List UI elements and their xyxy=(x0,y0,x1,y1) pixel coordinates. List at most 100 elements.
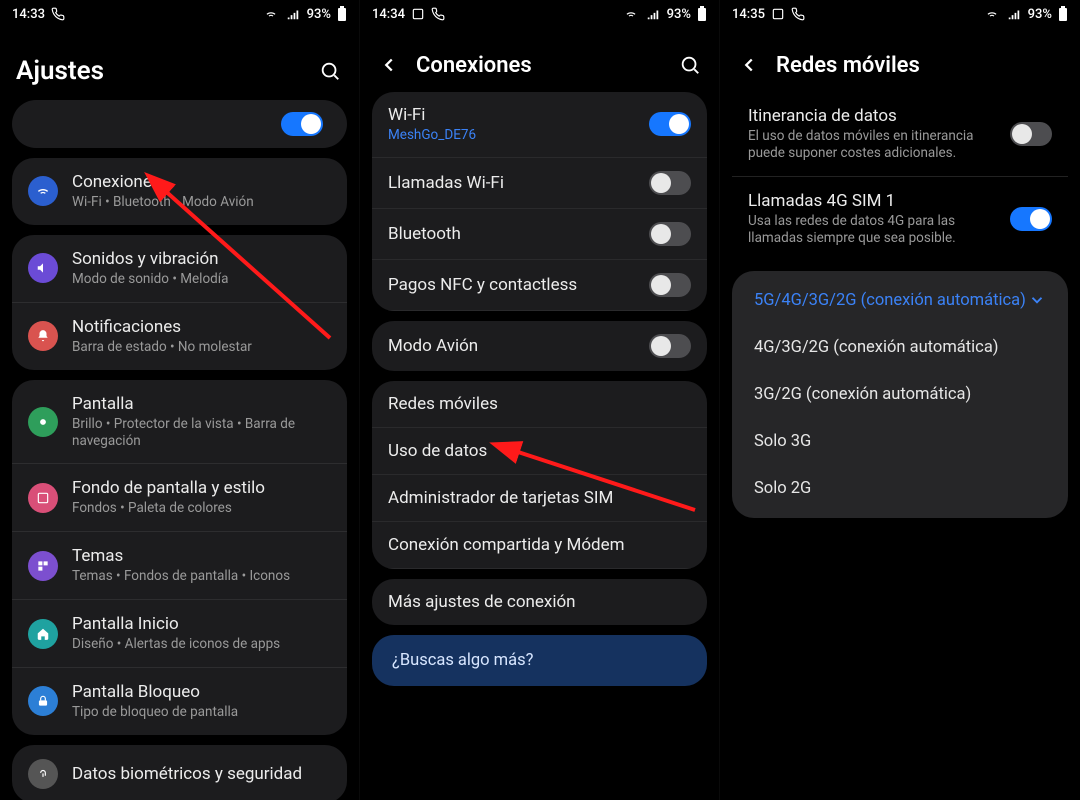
settings-item-sonidos[interactable]: Sonidos y vibración Modo de sonido • Melo… xyxy=(12,235,347,303)
row-mas-ajustes[interactable]: Más ajustes de conexión xyxy=(372,579,707,625)
banner-text: ¿Buscas algo más? xyxy=(392,651,533,670)
settings-item-pantallainicio[interactable]: Pantalla Inicio Diseño • Alertas de icono… xyxy=(12,600,347,668)
item-label: Sonidos y vibración xyxy=(72,249,331,269)
screen-redes-moviles: 14:35 93% Redes móviles Itinerancia de d… xyxy=(720,0,1080,800)
card-connections: Conexiones Wi-Fi • Bluetooth • Modo Avió… xyxy=(12,158,347,225)
item-sub: Brillo • Protector de la vista • Barra d… xyxy=(72,416,331,450)
row-llamadas-wifi[interactable]: Llamadas Wi-Fi xyxy=(372,158,707,209)
item-label: Notificaciones xyxy=(72,317,331,337)
row-bluetooth[interactable]: Bluetooth xyxy=(372,209,707,260)
page-title: Ajustes xyxy=(16,56,303,86)
row-nfc[interactable]: Pagos NFC y contactless xyxy=(372,260,707,311)
settings-item-temas[interactable]: TemasTemas • Fondos de pantalla • Iconos xyxy=(12,532,347,600)
network-mode-popup: 5G/4G/3G/2G (conexión automática) 4G/3G/… xyxy=(732,271,1068,518)
item-sub: MeshGo_DE76 xyxy=(388,127,635,144)
row-uso-datos[interactable]: Uso de datos xyxy=(372,428,707,475)
item-sub: Barra de estado • No molestar xyxy=(72,339,331,356)
search-banner[interactable]: ¿Buscas algo más? xyxy=(372,635,707,686)
settings-item-biometricos[interactable]: Datos biométricos y seguridad xyxy=(12,745,347,800)
toggle-nfc[interactable] xyxy=(649,273,691,297)
toggle-llamadas-4g[interactable] xyxy=(1010,207,1052,231)
back-button[interactable] xyxy=(736,52,762,78)
call-icon xyxy=(791,7,805,21)
toggle-bluetooth[interactable] xyxy=(649,222,691,246)
toggle-llamadas-wifi[interactable] xyxy=(649,171,691,195)
item-sub: Modo de sonido • Melodía xyxy=(72,271,331,288)
item-sub: Diseño • Alertas de iconos de apps xyxy=(72,636,331,653)
card-sound-notif: Sonidos y vibración Modo de sonido • Melo… xyxy=(12,235,347,370)
toggle-itinerancia[interactable] xyxy=(1010,122,1052,146)
status-bar: 14:35 93% xyxy=(720,0,1080,28)
card-wireless: Wi-FiMeshGo_DE76 Llamadas Wi-Fi Bluetoot… xyxy=(372,92,707,311)
option-label: 4G/3G/2G (conexión automática) xyxy=(754,338,999,357)
settings-item-bloqueo[interactable]: Pantalla BloqueoTipo de bloqueo de panta… xyxy=(12,668,347,735)
settings-item-fondo[interactable]: Fondo de pantalla y estilo Fondos • Palet… xyxy=(12,464,347,532)
back-button[interactable] xyxy=(376,52,402,78)
item-label: Fondo de pantalla y estilo xyxy=(72,478,331,498)
option-label: Solo 2G xyxy=(754,479,811,498)
card-mas-ajustes: Más ajustes de conexión xyxy=(372,579,707,625)
fingerprint-icon xyxy=(28,759,58,789)
header: Ajustes xyxy=(0,28,359,100)
item-sub: Fondos • Paleta de colores xyxy=(72,500,331,517)
item-label: Pantalla Inicio xyxy=(72,614,331,634)
wallpaper-icon xyxy=(28,483,58,513)
row-tethering[interactable]: Conexión compartida y Módem xyxy=(372,522,707,569)
toggle-modo-avion[interactable] xyxy=(649,334,691,358)
item-label: Uso de datos xyxy=(388,441,691,461)
card-display-group: PantallaBrillo • Protector de la vista •… xyxy=(12,380,347,735)
signal-icon xyxy=(1006,7,1022,21)
item-label: Bluetooth xyxy=(388,224,635,244)
signal-icon xyxy=(645,7,661,21)
option-4g-auto[interactable]: 4G/3G/2G (conexión automática) xyxy=(732,324,1068,371)
status-bar: 14:33 93% xyxy=(0,0,359,28)
conexiones-list: Wi-FiMeshGo_DE76 Llamadas Wi-Fi Bluetoot… xyxy=(360,92,719,800)
item-label: Llamadas 4G SIM 1 xyxy=(748,191,996,211)
item-label: Temas xyxy=(72,546,331,566)
row-wifi[interactable]: Wi-FiMeshGo_DE76 xyxy=(372,92,707,158)
option-solo-3g[interactable]: Solo 3G xyxy=(732,418,1068,465)
option-label: 3G/2G (conexión automática) xyxy=(754,385,971,404)
option-5g-auto[interactable]: 5G/4G/3G/2G (conexión automática) xyxy=(732,277,1068,324)
toggle-wifi[interactable] xyxy=(649,112,691,136)
redes-list: Itinerancia de datosEl uso de datos móvi… xyxy=(720,92,1080,800)
settings-item-pantalla[interactable]: PantallaBrillo • Protector de la vista •… xyxy=(12,380,347,465)
battery-icon xyxy=(337,6,347,22)
row-redes-moviles[interactable]: Redes móviles xyxy=(372,381,707,428)
lock-icon xyxy=(28,686,58,716)
header: Conexiones xyxy=(360,28,719,92)
check-chevron-icon xyxy=(1028,291,1046,309)
item-label: Datos biométricos y seguridad xyxy=(72,764,331,784)
page-title: Redes móviles xyxy=(776,53,1064,78)
row-itinerancia[interactable]: Itinerancia de datosEl uso de datos móvi… xyxy=(732,92,1068,177)
item-label: Itinerancia de datos xyxy=(748,106,996,126)
screen-settings: 14:33 93% Ajustes xyxy=(0,0,360,800)
status-time: 14:33 xyxy=(12,7,45,22)
wifi-icon xyxy=(263,7,279,21)
card-fragment-top xyxy=(12,100,347,148)
item-label: Más ajustes de conexión xyxy=(388,592,691,612)
signal-icon xyxy=(285,7,301,21)
screen-conexiones: 14:34 93% Conexiones Wi-FiMeshGo_DE76 xyxy=(360,0,720,800)
item-label: Redes móviles xyxy=(388,394,691,414)
option-solo-2g[interactable]: Solo 2G xyxy=(732,465,1068,512)
item-label: Llamadas Wi-Fi xyxy=(388,173,635,193)
battery-icon xyxy=(697,6,707,22)
unknown-toggle[interactable] xyxy=(281,112,323,136)
row-admin-sim[interactable]: Administrador de tarjetas SIM xyxy=(372,475,707,522)
option-3g2g-auto[interactable]: 3G/2G (conexión automática) xyxy=(732,371,1068,418)
card-avion: Modo Avión xyxy=(372,321,707,371)
settings-item-conexiones[interactable]: Conexiones Wi-Fi • Bluetooth • Modo Avió… xyxy=(12,158,347,225)
row-modo-avion[interactable]: Modo Avión xyxy=(372,321,707,371)
sound-icon xyxy=(28,253,58,283)
card-biometrics: Datos biométricos y seguridad xyxy=(12,745,347,800)
search-button[interactable] xyxy=(317,58,343,84)
screenshot-icon xyxy=(411,7,425,21)
item-sub: Usa las redes de datos 4G para las llama… xyxy=(748,213,996,247)
search-button[interactable] xyxy=(677,52,703,78)
option-label: Solo 3G xyxy=(754,432,811,451)
row-llamadas-4g[interactable]: Llamadas 4G SIM 1Usa las redes de datos … xyxy=(732,177,1068,261)
item-sub: Tipo de bloqueo de pantalla xyxy=(72,704,331,721)
item-label: Conexiones xyxy=(72,172,331,192)
settings-item-notificaciones[interactable]: Notificaciones Barra de estado • No moles… xyxy=(12,303,347,370)
